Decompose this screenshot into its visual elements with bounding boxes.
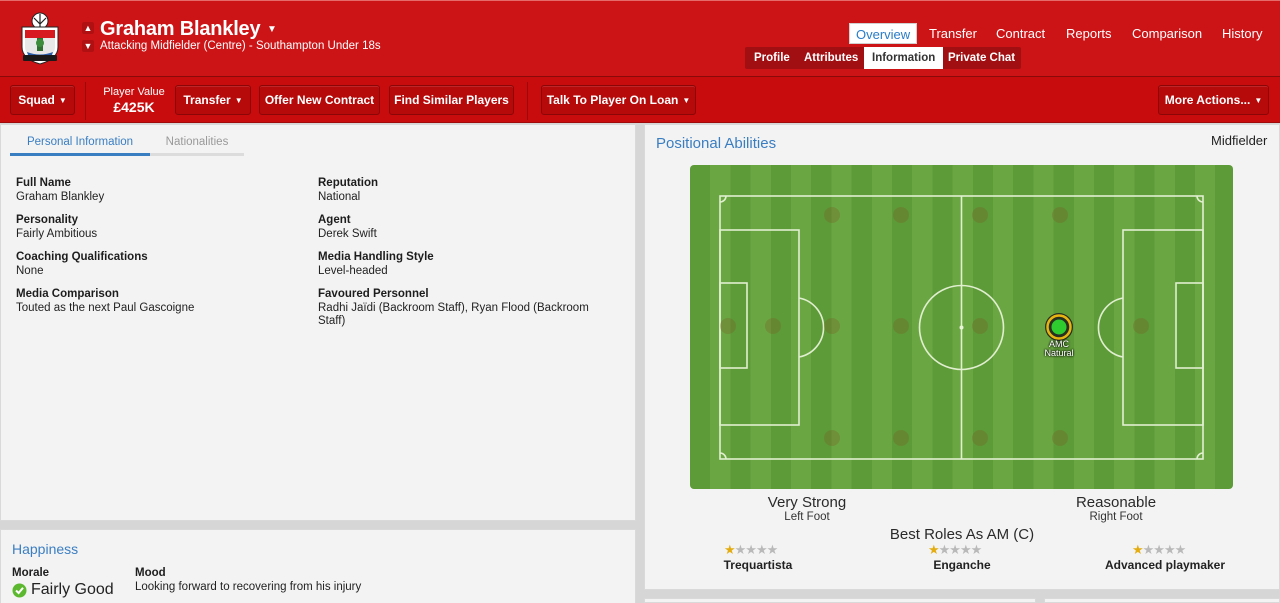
lower-left-panel (644, 598, 1036, 603)
best-roles-title: Best Roles As AM (C) (889, 526, 1035, 543)
position-spot-stc[interactable] (1133, 318, 1149, 334)
caret-down-icon: ▼ (234, 96, 243, 105)
reputation-value: National (318, 191, 361, 203)
tab-history[interactable]: History (1216, 23, 1268, 44)
tab-reports[interactable]: Reports (1060, 23, 1118, 44)
tab-comparison[interactable]: Comparison (1126, 23, 1208, 44)
tab-personal-information[interactable]: Personal Information (10, 131, 150, 156)
position-spot-gk[interactable] (720, 318, 736, 334)
marker-rating-label: Natural (1044, 348, 1074, 358)
club-crest-icon[interactable] (17, 11, 63, 65)
pitch: AMC Natural (690, 165, 1233, 489)
position-spot-st-right[interactable] (1052, 430, 1068, 446)
lower-right-panel (1044, 598, 1280, 603)
happiness-title: Happiness (12, 541, 79, 557)
player-name[interactable]: Graham Blankley (100, 18, 261, 41)
caret-down-icon: ▼ (682, 96, 691, 105)
offer-new-contract-button[interactable]: Offer New Contract (259, 85, 380, 115)
agent-label: Agent (318, 214, 351, 226)
tab-nationalities[interactable]: Nationalities (150, 131, 244, 156)
player-subtitle: Attacking Midfielder (Centre) - Southamp… (100, 40, 381, 52)
full-name-value: Graham Blankley (16, 191, 105, 203)
squad-button[interactable]: Squad ▼ (10, 85, 75, 115)
position-spot-m-left[interactable] (893, 207, 909, 223)
media-comparison-label: Media Comparison (16, 288, 119, 300)
full-name-label: Full Name (16, 177, 71, 189)
reputation-label: Reputation (318, 177, 379, 189)
morale-value: Fairly Good (31, 581, 114, 598)
caret-down-icon: ▼ (1254, 96, 1263, 105)
role-enganche[interactable]: Enganche (902, 558, 1022, 572)
tab-transfer[interactable]: Transfer (923, 23, 983, 44)
mood-value: Looking forward to recovering from his i… (135, 581, 362, 593)
player-value-label: Player Value (103, 86, 165, 98)
agent-value[interactable]: Derek Swift (318, 228, 377, 241)
find-similar-players-button[interactable]: Find Similar Players (389, 85, 514, 115)
position-spot-mc[interactable] (893, 318, 909, 334)
favoured-personnel-value[interactable]: Radhi Jaïdi (Backroom Staff), Ryan Flood… (318, 302, 618, 328)
position-spot-aml[interactable] (972, 207, 988, 223)
role-rating-trequartista: ★★★★★ (724, 542, 778, 557)
role-rating-enganche: ★★★★★ (928, 542, 982, 557)
subtab-private-chat[interactable]: Private Chat (940, 47, 1023, 69)
morale-check-icon (12, 583, 27, 598)
mood-label: Mood (135, 567, 166, 579)
more-actions-button[interactable]: More Actions... ▼ (1158, 85, 1269, 115)
position-spot-amr[interactable] (972, 430, 988, 446)
caret-down-icon[interactable]: ▼ (267, 24, 277, 35)
media-handling-style-label: Media Handling Style (318, 251, 434, 263)
role-advanced-playmaker[interactable]: Advanced playmaker (1090, 558, 1240, 572)
position-spot-st-left[interactable] (1052, 207, 1068, 223)
media-comparison-value: Touted as the next Paul Gascoigne (16, 302, 195, 314)
coaching-qualifications-label: Coaching Qualifications (16, 251, 148, 263)
position-spot-dm-left[interactable] (824, 207, 840, 223)
caret-down-icon: ▼ (58, 96, 67, 105)
favoured-personnel-label: Favoured Personnel (318, 288, 429, 300)
transfer-button[interactable]: Transfer ▼ (175, 85, 251, 115)
subtab-attributes[interactable]: Attributes (796, 47, 866, 69)
position-summary: Midfielder (1211, 133, 1268, 148)
right-foot-rating: Reasonable (1075, 494, 1157, 511)
talk-to-player-on-loan-button[interactable]: Talk To Player On Loan ▼ (541, 85, 696, 115)
personality-value: Fairly Ambitious (16, 228, 98, 240)
position-spot-dm-right[interactable] (824, 430, 840, 446)
previous-player-icon[interactable]: ▲ (82, 22, 94, 34)
position-spot-dc[interactable] (765, 318, 781, 334)
player-value: £425K (113, 99, 155, 115)
position-spot-m-right[interactable] (893, 430, 909, 446)
position-spot-mc-centre[interactable] (972, 318, 988, 334)
role-rating-advanced-playmaker: ★★★★★ (1132, 542, 1186, 557)
subtab-information[interactable]: Information (864, 47, 944, 69)
tab-overview[interactable]: Overview (849, 23, 918, 44)
morale-label: Morale (12, 567, 50, 579)
left-foot-label: Left Foot (784, 511, 830, 523)
right-foot-label: Right Foot (1089, 511, 1143, 523)
positional-abilities-title: Positional Abilities (656, 135, 777, 152)
left-foot-rating: Very Strong (767, 494, 847, 511)
coaching-qualifications-value: None (16, 265, 44, 277)
subtab-profile[interactable]: Profile (746, 47, 798, 69)
role-trequartista[interactable]: Trequartista (698, 558, 818, 572)
next-player-icon[interactable]: ▼ (82, 40, 94, 52)
media-handling-style-value: Level-headed (318, 265, 388, 277)
tab-contract[interactable]: Contract (990, 23, 1051, 44)
position-spot-dmc[interactable] (824, 318, 840, 334)
personality-label: Personality (16, 214, 78, 226)
